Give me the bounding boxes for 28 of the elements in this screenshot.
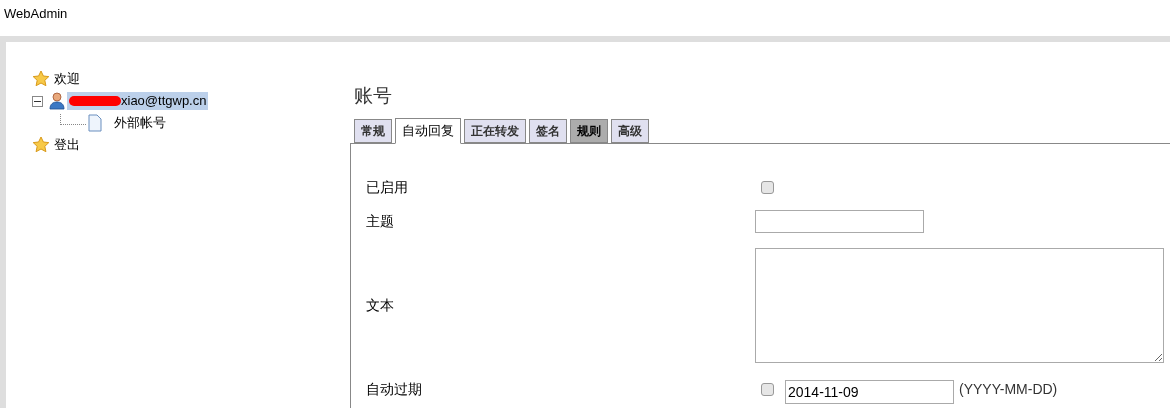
tab[interactable]: 高级 (611, 119, 649, 143)
window-title: WebAdmin (4, 5, 69, 23)
tab[interactable]: 自动回复 (395, 118, 461, 144)
star-icon (32, 136, 50, 154)
tab[interactable]: 规则 (570, 119, 608, 143)
field-label: 已启用 (366, 177, 409, 197)
text-area[interactable] (755, 247, 1164, 363)
tree-item[interactable]: xiao@ttgwp.cn (67, 92, 209, 110)
field-label: 自动过期 (366, 379, 423, 399)
document-icon (88, 114, 102, 132)
tab[interactable]: 正在转发 (464, 119, 526, 143)
checkbox[interactable] (761, 382, 774, 396)
tab[interactable]: 常规 (354, 119, 392, 143)
field-label: 主题 (366, 211, 395, 231)
page-heading: 账号 (354, 84, 393, 108)
date-field[interactable]: 2014-11-09 (785, 380, 954, 404)
field-label: 文本 (366, 295, 395, 315)
checkbox[interactable] (761, 180, 774, 194)
expander-icon[interactable] (32, 95, 43, 107)
user-icon (49, 92, 65, 110)
tab[interactable]: 签名 (529, 119, 567, 143)
tree-item[interactable]: 登出 (52, 136, 82, 154)
tree-item[interactable]: 外部帐号 (112, 114, 168, 132)
input-field[interactable] (755, 209, 924, 233)
format-hint: (YYYY-MM-DD) (959, 379, 1058, 399)
star-icon (32, 70, 50, 88)
tree-item[interactable]: 欢迎 (52, 70, 82, 88)
tree-connector (60, 113, 86, 125)
